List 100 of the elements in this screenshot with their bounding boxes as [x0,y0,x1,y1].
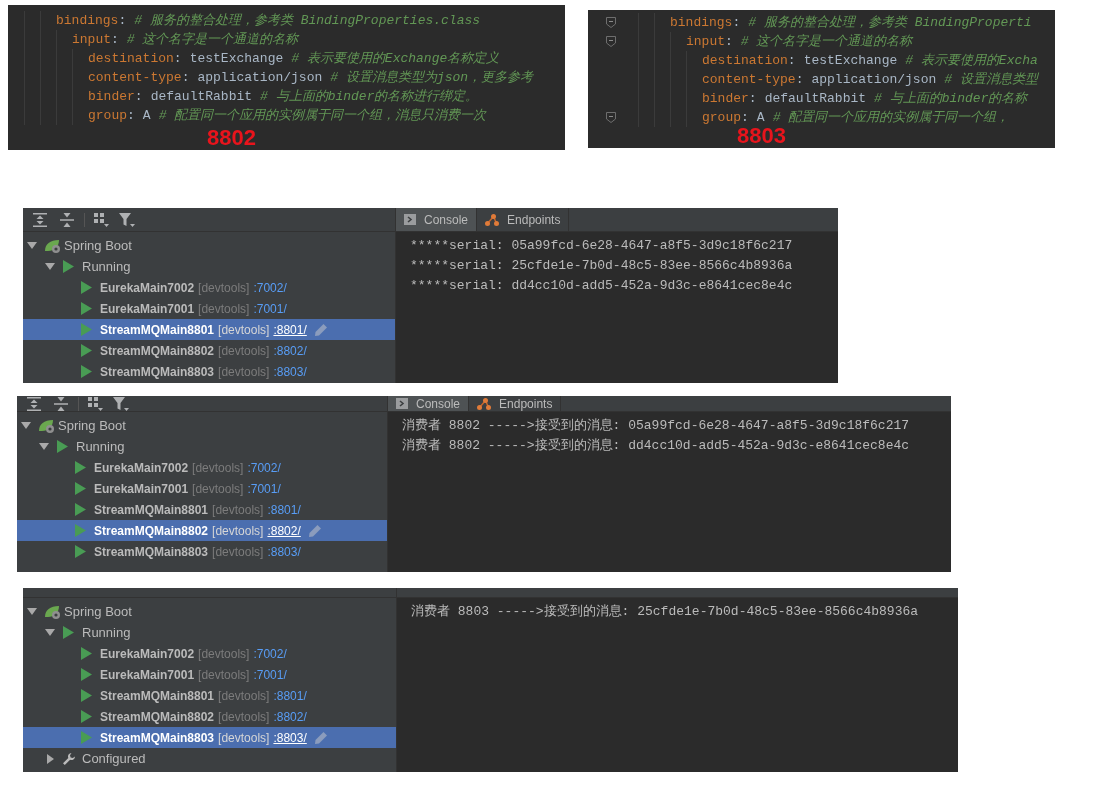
run-triangle-icon [75,461,86,474]
tab[interactable]: Console [388,396,469,411]
port-link[interactable]: :8802/ [273,341,307,360]
code-line: binder: defaultRabbit # 与上面的binder的名称进行绑定。 [88,88,479,106]
group-icon[interactable] [94,212,109,227]
leaf-gear-icon [45,238,61,253]
tree-item[interactable]: Spring Boot [23,601,396,622]
run-triangle-icon [81,731,92,744]
code-line: content-type: application/json # 设置消息类型 [702,71,1038,89]
console-icon [396,398,408,409]
tree-item[interactable]: EurekaMain7002 [devtools] :7002/ [23,277,395,298]
port-link[interactable]: :8802/ [267,521,301,540]
tree-item[interactable]: StreamMQMain8802 [devtools] :8802/ [23,340,395,361]
tree-item[interactable]: StreamMQMain8801 [devtools] :8801/ [17,499,387,520]
port-link[interactable]: :7001/ [247,479,281,498]
tree-item[interactable]: Configured [23,748,396,769]
port-link[interactable]: :7002/ [253,644,287,663]
wrench-icon [63,752,75,765]
run-triangle-icon [81,344,92,357]
run-triangle-icon [63,626,74,639]
tree-item[interactable]: Running [23,256,395,277]
port-link[interactable]: :7001/ [253,299,287,318]
fold-marker-icon[interactable] [606,36,616,47]
caret-down-icon[interactable] [21,422,31,429]
tree-item[interactable]: EurekaMain7001 [devtools] :7001/ [17,478,387,499]
code-line: binder: defaultRabbit # 与上面的binder的名称 [702,90,1028,108]
port-link[interactable]: :7001/ [253,665,287,684]
run-triangle-icon [81,281,92,294]
tree-item[interactable]: StreamMQMain8801 [devtools] :8801/ [23,685,396,706]
console-line: 消费者 8803 ----->接受到的消息: 25cfde1e-7b0d-48c5-83ee-8566c4b8936a [411,603,920,621]
console-line: *****serial: 05a99fcd-6e28-4647-a8f5-3d9c18f6c217 [410,237,794,255]
tree-item[interactable]: Running [17,436,387,457]
leaf-gear-icon [45,604,61,619]
tab[interactable]: Endpoints [476,208,570,231]
caret-down-icon[interactable] [27,608,37,615]
expand-all-icon[interactable] [27,396,41,411]
tree-item[interactable]: Spring Boot [23,235,395,256]
tab[interactable]: Endpoints [468,396,562,411]
tree-item[interactable]: EurekaMain7001 [devtools] :7001/ [23,664,396,685]
port-link[interactable]: :8803/ [273,362,307,381]
run-triangle-icon [81,710,92,723]
run-triangle-icon [81,668,92,681]
collapse-all-icon[interactable] [54,396,68,411]
run-triangle-icon [81,323,92,336]
tree-item[interactable]: StreamMQMain8803 [devtools] :8803/ [23,727,396,748]
port-link[interactable]: :7002/ [247,458,281,477]
code-line: content-type: application/json # 设置消息类型为json，更多参考 [88,69,534,87]
port-link[interactable]: :8803/ [273,728,307,747]
code-line: input: # 这个名字是一个通道的名称 [72,31,299,49]
fold-marker-icon[interactable] [606,112,616,123]
annotation-label: 8802 [207,127,256,149]
run-triangle-icon [57,440,68,453]
code-line: group: A # 配置同一个应用的实例属于同一个组， [702,109,1010,127]
tree-item[interactable]: EurekaMain7001 [devtools] :7001/ [23,298,395,319]
console-line: 消费者 8802 ----->接受到的消息: 05a99fcd-6e28-4647-a8f5-3d9c18f6c217 [402,417,911,435]
nodes-icon [477,397,492,410]
code-line: destination: testExchange # 表示要使用的Excha [702,52,1038,70]
run-triangle-icon [81,365,92,378]
console-line: *****serial: dd4cc10d-add5-452a-9d3c-e8641cec8e4c [410,277,794,295]
tree-item[interactable]: EurekaMain7002 [devtools] :7002/ [23,643,396,664]
caret-down-icon[interactable] [45,263,55,270]
expand-all-icon[interactable] [33,212,47,227]
caret-down-icon[interactable] [45,629,55,636]
group-icon[interactable] [88,396,103,411]
port-link[interactable]: :8803/ [267,542,301,561]
caret-down-icon[interactable] [27,242,37,249]
tree-item[interactable]: Running [23,622,396,643]
code-line: bindings: # 服务的整合处理，参考类 BindingProperti [670,14,1032,32]
code-line: bindings: # 服务的整合处理，参考类 BindingProperties.class [56,12,481,30]
run-triangle-icon [75,524,86,537]
console-line: *****serial: 25cfde1e-7b0d-48c5-83ee-8566c4b8936a [410,257,794,275]
run-triangle-icon [63,260,74,273]
tree-item[interactable]: StreamMQMain8802 [devtools] :8802/ [23,706,396,727]
code-line: destination: testExchange # 表示要使用的Exchange名称定义 [88,50,500,68]
tab[interactable]: Console [396,208,477,231]
collapse-all-icon[interactable] [60,212,74,227]
run-triangle-icon [81,647,92,660]
tree-item[interactable]: EurekaMain7002 [devtools] :7002/ [17,457,387,478]
tree-item[interactable]: Spring Boot [17,415,387,436]
console-line: 消费者 8802 ----->接受到的消息: dd4cc10d-add5-452a-9d3c-e8641cec8e4c [402,437,911,455]
filter-icon[interactable] [119,212,135,227]
console-icon [404,214,416,225]
port-link[interactable]: :8802/ [273,707,307,726]
port-link[interactable]: :8801/ [267,500,301,519]
fold-marker-icon[interactable] [606,17,616,28]
run-triangle-icon [75,503,86,516]
port-link[interactable]: :8801/ [273,686,307,705]
caret-down-icon[interactable] [39,443,49,450]
filter-icon[interactable] [113,396,129,411]
tree-item[interactable]: StreamMQMain8801 [devtools] :8801/ [23,319,395,340]
tree-item[interactable]: StreamMQMain8803 [devtools] :8803/ [17,541,387,562]
caret-right-icon[interactable] [46,753,54,764]
tree-item[interactable]: StreamMQMain8803 [devtools] :8803/ [23,361,395,382]
port-link[interactable]: :8801/ [273,320,307,339]
run-triangle-icon [81,302,92,315]
code-line: group: A # 配置同一个应用的实例属于同一个组，消息只消费一次 [88,107,487,125]
tree-item[interactable]: StreamMQMain8802 [devtools] :8802/ [17,520,387,541]
run-triangle-icon [75,545,86,558]
code-line: input: # 这个名字是一个通道的名称 [686,33,913,51]
port-link[interactable]: :7002/ [253,278,287,297]
